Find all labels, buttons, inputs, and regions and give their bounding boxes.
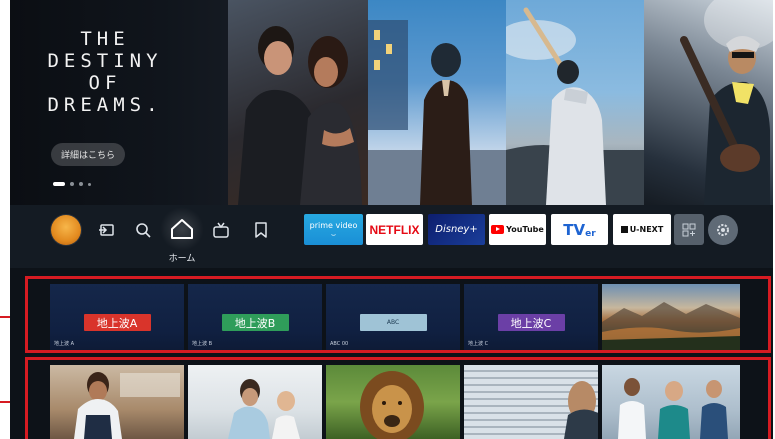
hero-dot xyxy=(79,182,83,186)
prime-video-label: prime video xyxy=(309,220,358,230)
bookmark-icon[interactable] xyxy=(250,219,272,241)
channel-row-highlight xyxy=(25,276,771,353)
hero-dot xyxy=(70,182,74,186)
netflix-label: NETFLIX xyxy=(369,222,420,237)
u-next-label: U-NEXT xyxy=(629,225,664,234)
settings-gear-icon[interactable] xyxy=(708,215,738,245)
profile-avatar[interactable] xyxy=(51,215,81,245)
hero-image-guitarist xyxy=(644,0,773,205)
app-u-next[interactable]: U-NEXT xyxy=(613,214,671,245)
tver-label-main: TV xyxy=(563,220,586,239)
hero-title: THE DESTINY OF DREAMS. xyxy=(47,28,163,116)
hero-dot-active xyxy=(53,182,65,186)
app-grid-icon xyxy=(682,223,696,236)
search-icon[interactable] xyxy=(132,219,154,241)
home-icon[interactable] xyxy=(167,214,197,244)
hero-title-area: THE DESTINY OF DREAMS. 詳細はこちら xyxy=(10,0,228,205)
hero-image-couple xyxy=(228,0,368,205)
app-youtube[interactable]: YouTube xyxy=(489,214,546,245)
app-prime-video[interactable]: prime video ⌣ xyxy=(304,214,363,245)
navigation-bar: ホーム prime video ⌣ NETFLIX Disney+ YouTub… xyxy=(10,205,773,268)
prime-video-smile-icon: ⌣ xyxy=(330,229,337,239)
youtube-label: YouTube xyxy=(506,225,544,234)
hero-image-boy xyxy=(368,0,506,205)
disney-label: Disney+ xyxy=(435,224,478,235)
couple-illustration xyxy=(238,26,362,205)
home-label: ホーム xyxy=(168,254,196,264)
hero-dot xyxy=(88,182,91,186)
hero-banner[interactable]: THE DESTINY OF DREAMS. 詳細はこちら xyxy=(10,0,773,205)
guitarist-illustration xyxy=(680,0,773,205)
hero-pagination xyxy=(53,182,91,186)
app-disney-plus[interactable]: Disney+ xyxy=(428,214,485,245)
app-tver[interactable]: TV er xyxy=(551,214,608,245)
u-next-logo-icon xyxy=(620,226,628,233)
live-tv-icon[interactable] xyxy=(210,219,232,241)
youtube-play-icon xyxy=(491,225,505,234)
all-apps-button[interactable] xyxy=(674,214,704,245)
baseball-illustration xyxy=(506,7,644,205)
app-netflix[interactable]: NETFLIX xyxy=(366,214,423,245)
hero-image-baseball xyxy=(506,0,644,205)
content-row-highlight xyxy=(25,357,771,439)
tver-label-sub: er xyxy=(585,229,596,239)
input-icon[interactable] xyxy=(96,219,118,241)
hero-details-button[interactable]: 詳細はこちら xyxy=(51,143,126,166)
boy-illustration xyxy=(368,20,506,205)
tv-screen: THE DESTINY OF DREAMS. 詳細はこちら ホーム prime … xyxy=(10,0,773,439)
